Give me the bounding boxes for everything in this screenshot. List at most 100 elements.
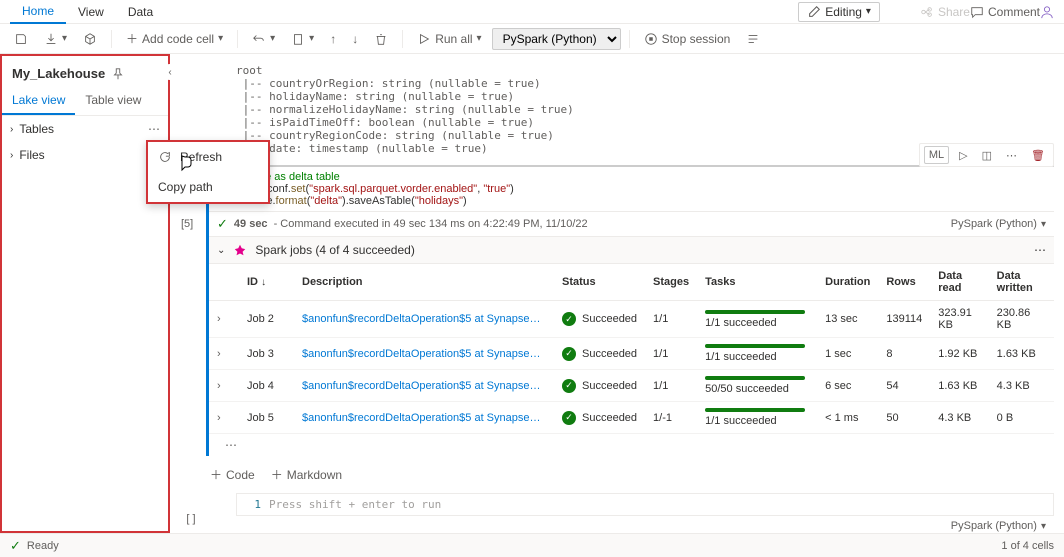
download-icon <box>44 32 58 46</box>
move-up-button[interactable]: ↑ <box>324 28 342 50</box>
language-select[interactable]: PySpark (Python) <box>492 28 621 50</box>
ribbon-tab-data[interactable]: Data <box>116 1 165 23</box>
job-rows: 139114 <box>878 301 930 338</box>
cell-count: 1 of 4 cells <box>1001 540 1054 552</box>
job-description-link[interactable]: $anonfun$recordDeltaOperation$5 at Synap… <box>294 370 554 402</box>
job-description-link[interactable]: $anonfun$recordDeltaOperation$5 at Synap… <box>294 338 554 370</box>
ribbon-tab-view[interactable]: View <box>66 1 116 23</box>
job-tasks: 50/50 succeeded <box>697 370 817 402</box>
download-button[interactable]: ▾ <box>38 28 73 50</box>
add-code-cell-button[interactable]: ＋ Add code cell ▾ <box>120 26 229 51</box>
stop-session-button[interactable]: Stop session <box>638 28 737 50</box>
lakehouse-title: My_Lakehouse <box>2 56 168 87</box>
job-data-written: 230.86 KB <box>989 301 1054 338</box>
refresh-menu-item[interactable]: Refresh <box>148 142 268 172</box>
ready-icon: ✓ <box>10 538 21 554</box>
job-status: ✓Succeeded <box>562 411 637 425</box>
more-icon[interactable]: ⋯ <box>1002 147 1021 164</box>
ml-button[interactable]: ML <box>924 146 949 164</box>
table-row: ›Job 3$anonfun$recordDeltaOperation$5 at… <box>209 338 1054 370</box>
move-down-button[interactable]: ↓ <box>346 28 364 50</box>
expand-row-button[interactable]: › <box>217 412 221 424</box>
more-icon[interactable]: ⋯ <box>148 122 160 136</box>
chevron-right-icon: › <box>10 124 13 135</box>
job-rows: 50 <box>878 402 930 434</box>
job-stages: 1/1 <box>645 301 697 338</box>
play-icon <box>417 32 431 46</box>
more-rows-indicator[interactable]: ⋯ <box>209 434 1054 456</box>
job-id: Job 2 <box>239 301 294 338</box>
comment-button[interactable]: Comment <box>970 5 1040 19</box>
expand-row-button[interactable]: › <box>217 313 221 325</box>
status-bar: ✓ Ready 1 of 4 cells <box>0 533 1064 557</box>
empty-code-cell[interactable]: 1 Press shift + enter to run <box>236 493 1054 516</box>
undo-button[interactable]: ▾ <box>246 28 281 50</box>
arrow-down-icon: ↓ <box>352 32 358 46</box>
tree-files[interactable]: › Files <box>2 142 168 168</box>
plus-icon: ＋ <box>210 466 222 483</box>
stop-icon <box>644 32 658 46</box>
chevron-down-icon: ⌄ <box>217 245 225 256</box>
chevron-down-icon[interactable]: ▾ <box>1041 219 1046 230</box>
undo-icon <box>252 32 266 46</box>
job-description-link[interactable]: $anonfun$recordDeltaOperation$5 at Synap… <box>294 301 554 338</box>
job-data-read: 4.3 KB <box>930 402 988 434</box>
cube-button[interactable] <box>77 28 103 50</box>
trash-icon[interactable]: 🗑 <box>1027 147 1049 164</box>
exec-marker: [5] <box>181 218 193 230</box>
comment-icon <box>970 5 984 19</box>
job-stages: 1/-1 <box>645 402 697 434</box>
pin-icon[interactable] <box>111 67 125 81</box>
expand-row-button[interactable]: › <box>217 348 221 360</box>
clipboard-button[interactable]: ▾ <box>285 28 320 50</box>
spark-jobs-header[interactable]: ⌄ Spark jobs (4 of 4 succeeded) ⋯ <box>209 236 1054 264</box>
editing-mode[interactable]: Editing ▾ <box>798 2 880 22</box>
job-data-written: 4.3 KB <box>989 370 1054 402</box>
refresh-icon <box>158 150 172 164</box>
code-editor[interactable]: 123 # Save as delta table spark.conf.set… <box>209 167 1054 211</box>
run-all-button[interactable]: Run all ▾ <box>411 28 487 50</box>
chevron-down-icon[interactable]: ▾ <box>1041 521 1046 532</box>
delete-button[interactable] <box>368 28 394 50</box>
spark-icon <box>233 243 247 257</box>
tree-tables[interactable]: › Tables ⋯ <box>2 116 168 142</box>
ribbon-tab-home[interactable]: Home <box>10 0 66 24</box>
copy-path-menu-item[interactable]: Copy path <box>148 172 268 202</box>
variables-icon <box>746 32 760 46</box>
sort-icon[interactable]: ↓ <box>261 277 266 288</box>
job-data-written: 0 B <box>989 402 1054 434</box>
table-view-tab[interactable]: Table view <box>75 87 151 115</box>
job-data-read: 1.92 KB <box>930 338 988 370</box>
check-icon: ✓ <box>217 216 228 232</box>
add-markdown-button[interactable]: ＋Markdown <box>271 466 342 483</box>
chevron-right-icon: › <box>10 150 13 161</box>
chevron-down-icon: ▾ <box>866 6 871 17</box>
job-duration: 1 sec <box>817 338 878 370</box>
lake-view-tab[interactable]: Lake view <box>2 87 75 115</box>
execution-status: [5] ✓ 49 sec - Command executed in 49 se… <box>209 211 1054 236</box>
expand-row-button[interactable]: › <box>217 380 221 392</box>
more-icon[interactable]: ⋯ <box>1034 243 1046 257</box>
check-icon: ✓ <box>562 411 576 425</box>
run-icon[interactable]: ▷ <box>955 147 971 164</box>
add-code-button[interactable]: ＋Code <box>210 466 255 483</box>
cell-gutter: ▷ ▾ <box>176 165 206 456</box>
share-button[interactable]: Share <box>920 5 970 19</box>
user-avatar[interactable] <box>1040 5 1054 19</box>
variables-button[interactable] <box>740 28 766 50</box>
job-description-link[interactable]: $anonfun$recordDeltaOperation$5 at Synap… <box>294 402 554 434</box>
plus-icon: ＋ <box>271 466 283 483</box>
share-icon <box>920 5 934 19</box>
plus-icon: ＋ <box>126 30 138 47</box>
save-icon <box>14 32 28 46</box>
toolbar: ▾ ＋ Add code cell ▾ ▾ ▾ ↑ ↓ Run all ▾ Py… <box>0 24 1064 54</box>
ribbon: Home View Data Editing ▾ Share Comment <box>0 0 1064 24</box>
trash-icon <box>374 32 388 46</box>
cube-icon <box>83 32 97 46</box>
check-icon: ✓ <box>562 347 576 361</box>
code-toggle-icon[interactable]: ◫ <box>978 147 996 164</box>
save-button[interactable] <box>8 28 34 50</box>
cell-action-bar: ML ▷ ◫ ⋯ 🗑 <box>919 143 1054 167</box>
job-status: ✓Succeeded <box>562 379 637 393</box>
job-rows: 8 <box>878 338 930 370</box>
